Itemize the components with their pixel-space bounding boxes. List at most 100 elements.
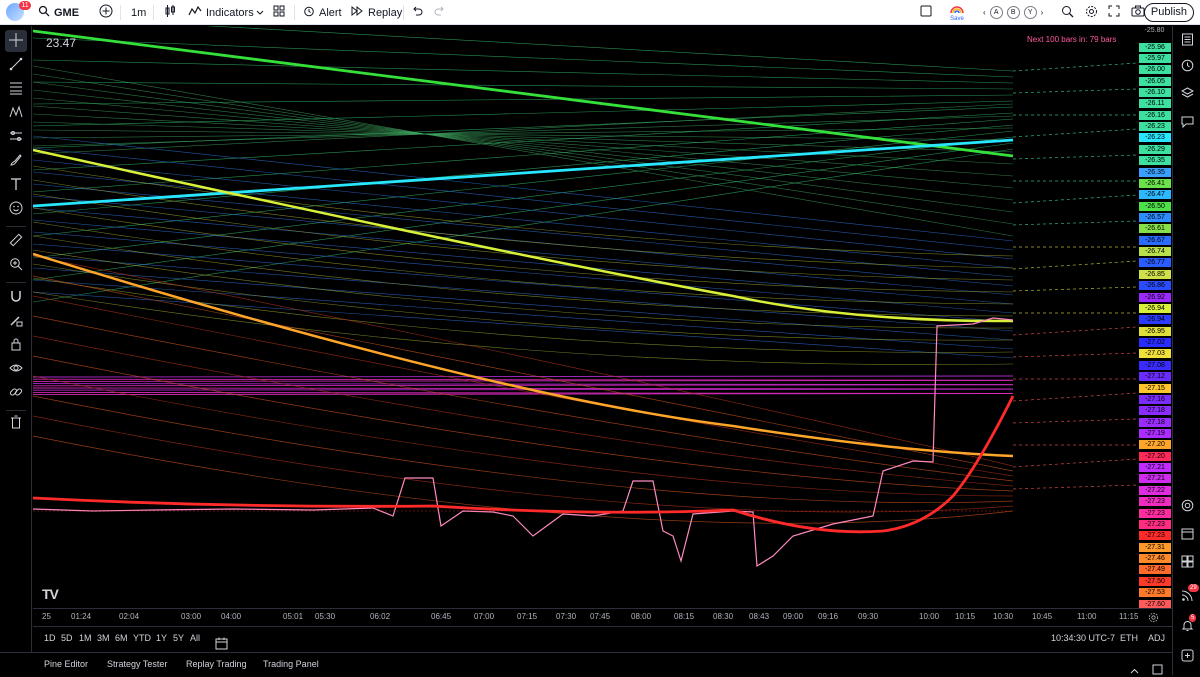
- layout-b-button[interactable]: B: [1006, 6, 1020, 19]
- help-button[interactable]: [1176, 646, 1198, 668]
- layouts-button[interactable]: [273, 0, 285, 25]
- interval-button[interactable]: 1m: [131, 0, 146, 25]
- calendar-button[interactable]: [1176, 524, 1198, 546]
- tab-trading-panel[interactable]: Trading Panel: [263, 659, 319, 669]
- projection-line: [1012, 484, 1137, 490]
- tab-replay-trading[interactable]: Replay Trading: [186, 659, 247, 669]
- ribbon-line: [33, 255, 1014, 332]
- replay-button[interactable]: Replay: [351, 0, 402, 25]
- stay-in-drawing-tool[interactable]: [5, 310, 27, 332]
- chart-type-button[interactable]: [163, 0, 177, 25]
- range-5d-button[interactable]: 5D: [61, 633, 73, 643]
- redo-button[interactable]: [434, 0, 446, 25]
- ideas-stream-button[interactable]: 29: [1176, 584, 1199, 608]
- price-label: -26.86: [1139, 281, 1171, 291]
- chart-pane[interactable]: [33, 26, 1137, 608]
- interval-label: 1m: [131, 6, 147, 19]
- text-tool[interactable]: [5, 174, 27, 196]
- emoji-tool[interactable]: [5, 198, 27, 220]
- settings-button[interactable]: [1085, 0, 1098, 25]
- symbol-search[interactable]: GME: [38, 0, 79, 25]
- range-1y-button[interactable]: 1Y: [156, 633, 167, 643]
- watchlist-button[interactable]: [1176, 30, 1198, 52]
- link-tool[interactable]: [5, 382, 27, 404]
- measure-tool[interactable]: [5, 230, 27, 252]
- price-label: -27.03: [1139, 349, 1171, 359]
- square-icon: [920, 5, 932, 20]
- time-tick-label: 06:45: [431, 612, 452, 621]
- hide-drawings-tool[interactable]: [5, 358, 27, 380]
- candles-icon: [163, 4, 177, 21]
- projection-line: [1012, 392, 1137, 402]
- save-button[interactable]: Save: [950, 0, 964, 25]
- tab-pine-editor[interactable]: Pine Editor: [44, 659, 88, 669]
- price-label: -26.74: [1139, 247, 1171, 257]
- adjust-toggle[interactable]: ADJ: [1148, 633, 1165, 643]
- fib-tool[interactable]: [5, 78, 27, 100]
- layers-icon: [1180, 87, 1194, 103]
- publish-button[interactable]: Publish: [1143, 3, 1194, 22]
- indicators-dropdown-button[interactable]: [256, 0, 264, 25]
- time-tick-label: 11:15: [1119, 612, 1139, 621]
- range-5y-button[interactable]: 5Y: [173, 633, 184, 643]
- price-label: -27.16: [1139, 394, 1171, 404]
- layout-a-button[interactable]: A: [989, 6, 1003, 19]
- indicators-button[interactable]: Indicators: [188, 0, 254, 25]
- ribbon-line: [33, 37, 1014, 78]
- price-chart[interactable]: [33, 26, 1137, 608]
- alert-button[interactable]: Alert: [303, 0, 342, 25]
- range-6m-button[interactable]: 6M: [115, 633, 128, 643]
- price-scale[interactable]: -25.96 -25.97 -26.00 -26.05 -26.10 -26.11 -26.…: [1137, 26, 1172, 608]
- range-1d-button[interactable]: 1D: [44, 633, 56, 643]
- ribbon-line: [33, 384, 1014, 387]
- object-tree-button[interactable]: [1176, 84, 1198, 106]
- undo-button[interactable]: [411, 0, 423, 25]
- brush-tool[interactable]: [5, 150, 27, 172]
- fullscreen-toggle[interactable]: [920, 0, 932, 25]
- time-tick-label: 10:00: [919, 612, 940, 621]
- lock-drawings-tool[interactable]: [5, 334, 27, 356]
- compare-add-button[interactable]: [99, 0, 113, 25]
- layout-switcher[interactable]: ‹ A B Y ›: [983, 0, 1043, 25]
- magnet-tool[interactable]: [5, 286, 27, 308]
- price-scale-top-label: -25.80: [1144, 27, 1165, 34]
- timezone-clock[interactable]: 10:34:30 UTC-7: [1051, 633, 1115, 643]
- delete-drawings-tool[interactable]: [5, 412, 27, 434]
- price-label: -26.35: [1139, 156, 1171, 166]
- notifications-button[interactable]: 5: [1176, 614, 1198, 638]
- range-1m-button[interactable]: 1M: [79, 633, 92, 643]
- fullscreen-button[interactable]: [1108, 0, 1120, 25]
- trash-icon: [9, 415, 23, 432]
- layout-y-button[interactable]: Y: [1023, 6, 1037, 19]
- dom-button[interactable]: [1176, 496, 1198, 518]
- camera-icon: [1131, 5, 1145, 20]
- chats-button[interactable]: [1176, 112, 1198, 134]
- zoom-tool[interactable]: [5, 254, 27, 276]
- price-label: -27.22: [1139, 485, 1171, 495]
- price-label: -27.08: [1139, 360, 1171, 370]
- price-label: -26.11: [1139, 99, 1171, 109]
- range-3m-button[interactable]: 3M: [97, 633, 110, 643]
- screener-button[interactable]: [1176, 552, 1198, 574]
- trendline-tool[interactable]: [5, 54, 27, 76]
- tab-strategy-tester[interactable]: Strategy Tester: [107, 659, 167, 669]
- pattern-tool[interactable]: [5, 102, 27, 124]
- plus-circle-icon: [99, 4, 113, 21]
- snapshot-button[interactable]: [1131, 0, 1145, 25]
- range-all-button[interactable]: All: [190, 633, 200, 643]
- quick-search-button[interactable]: [1061, 0, 1074, 25]
- time-tick-label: 09:30: [858, 612, 879, 621]
- time-tick-label: 07:15: [517, 612, 538, 621]
- ribbon-line: [33, 219, 1014, 305]
- alerts-panel-button[interactable]: [1176, 56, 1198, 78]
- crosshair-tool[interactable]: [5, 30, 27, 52]
- forecast-tool[interactable]: [5, 126, 27, 148]
- ribbon-line: [33, 375, 1014, 378]
- time-axis[interactable]: 25 01:24 02:04 03:00 04:00 05:01 05:30 06:02 06:…: [33, 608, 1172, 625]
- magnet-icon: [9, 289, 23, 306]
- ribbon-line: [33, 415, 1014, 513]
- eye-icon: [9, 361, 23, 378]
- range-ytd-button[interactable]: YTD: [133, 633, 151, 643]
- time-tick-label: 10:45: [1032, 612, 1053, 621]
- session-toggle[interactable]: ETH: [1120, 633, 1138, 643]
